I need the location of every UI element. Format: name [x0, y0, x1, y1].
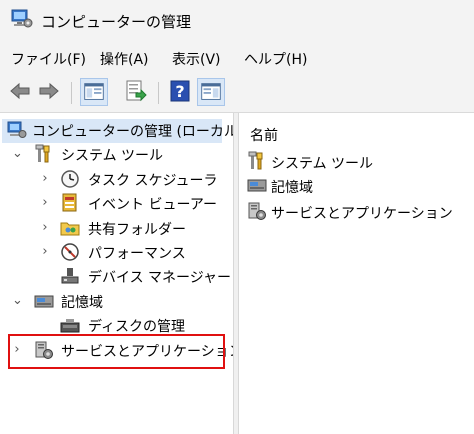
clock-icon: [61, 170, 79, 188]
tree-label: システム ツール: [61, 148, 164, 164]
toolbar-separator: [158, 82, 159, 104]
menu-bar: ファイル(F) 操作(A) 表示(V) ヘルプ(H): [0, 40, 474, 74]
toolbar-separator: [71, 82, 72, 104]
computer-management-icon: [7, 121, 27, 138]
column-header-name[interactable]: 名前: [250, 125, 278, 145]
show-action-pane-icon[interactable]: [197, 78, 225, 106]
tree-label: デバイス マネージャー: [88, 270, 232, 286]
menu-action[interactable]: 操作(A): [100, 49, 149, 69]
performance-icon: [61, 243, 79, 261]
storage-icon: [247, 179, 267, 192]
highlight-box: [8, 334, 225, 369]
tree-node-performance[interactable]: › パフォーマンス: [0, 241, 230, 265]
list-item-label: システム ツール: [271, 156, 374, 172]
tools-icon: [35, 144, 50, 163]
computer-management-icon: [11, 9, 33, 28]
tree-node-task-scheduler[interactable]: › タスク スケジューラ: [0, 168, 230, 192]
back-arrow-icon[interactable]: [8, 79, 32, 103]
chevron-right-icon[interactable]: ›: [40, 195, 50, 210]
chevron-down-icon[interactable]: ⌄: [12, 293, 23, 308]
tree-node-shared-folders[interactable]: › 共有フォルダー: [0, 217, 230, 241]
help-icon[interactable]: ?: [168, 79, 192, 103]
window-title: コンピューターの管理: [41, 13, 192, 31]
tree-node-device-manager[interactable]: デバイス マネージャー: [0, 265, 232, 289]
forward-arrow-icon[interactable]: [37, 79, 61, 103]
tree-node-event-viewer[interactable]: › イベント ビューアー: [0, 192, 230, 216]
console-tree[interactable]: コンピューターの管理 (ローカル) ⌄ システム ツール › タスク スケジュー…: [0, 113, 243, 434]
tree-label: 共有フォルダー: [88, 222, 186, 238]
tree-label: コンピューターの管理 (ローカル): [32, 124, 244, 140]
svg-text:?: ?: [175, 82, 184, 101]
list-view[interactable]: 名前 システム ツール 記憶域 サービスとアプリケーション: [239, 113, 474, 434]
tree-label: 記憶域: [61, 295, 103, 311]
tools-icon: [248, 151, 263, 170]
menu-file[interactable]: ファイル(F): [11, 49, 86, 69]
shared-folder-icon: [60, 222, 80, 236]
chevron-right-icon[interactable]: ›: [40, 171, 50, 186]
tree-label: パフォーマンス: [88, 246, 186, 262]
toolbar: ?: [0, 74, 474, 113]
tree-node-computer-management-local[interactable]: コンピューターの管理 (ローカル): [2, 119, 243, 143]
list-item-label: 記憶域: [271, 180, 313, 196]
menu-help[interactable]: ヘルプ(H): [244, 49, 307, 69]
tree-label: タスク スケジューラ: [88, 173, 218, 189]
chevron-right-icon[interactable]: ›: [40, 220, 50, 235]
tree-node-storage[interactable]: ⌄ 記憶域: [0, 290, 230, 314]
chevron-right-icon[interactable]: ›: [40, 244, 50, 259]
tree-label: ディスクの管理: [88, 319, 186, 335]
storage-icon: [34, 295, 54, 308]
title-bar: コンピューターの管理: [0, 0, 474, 40]
export-list-icon[interactable]: [124, 79, 148, 103]
tree-node-system-tools[interactable]: ⌄ システム ツール: [0, 143, 230, 167]
show-hide-console-tree-icon[interactable]: [80, 78, 108, 106]
list-item-label: サービスとアプリケーション: [271, 206, 453, 222]
chevron-down-icon[interactable]: ⌄: [12, 146, 23, 161]
tree-label: イベント ビューアー: [88, 197, 218, 213]
device-manager-icon: [61, 268, 79, 284]
disk-management-icon: [60, 319, 80, 333]
event-viewer-icon: [62, 193, 77, 212]
services-icon: [248, 202, 266, 220]
menu-view[interactable]: 表示(V): [172, 49, 221, 69]
